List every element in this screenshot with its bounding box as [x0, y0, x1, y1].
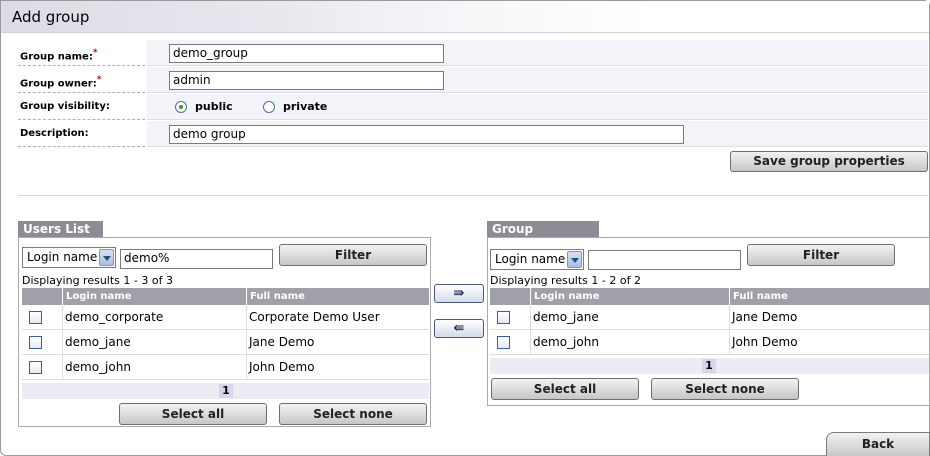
fullname-cell: John Demo: [249, 360, 315, 374]
users-list-tab: Users List: [18, 221, 103, 237]
users-pager: 1: [22, 383, 429, 399]
members-select-all-button[interactable]: Select all: [491, 378, 639, 400]
members-select-none-button[interactable]: Select none: [651, 378, 799, 400]
page-link[interactable]: 1: [219, 384, 233, 398]
row-checkbox[interactable]: [29, 311, 42, 324]
back-button[interactable]: Back: [826, 432, 930, 456]
table-row[interactable]: demo_john John Demo: [22, 355, 429, 380]
fullname-cell: Jane Demo: [249, 335, 315, 349]
divider: [18, 195, 928, 196]
column-header-fullname: Full name: [729, 288, 929, 305]
users-select-none-button[interactable]: Select none: [279, 403, 427, 425]
group-members-tab: Group members: [487, 221, 599, 252]
group-owner-row: Group owner:* admin: [18, 67, 928, 93]
table-row[interactable]: demo_jane Jane Demo: [22, 330, 429, 355]
table-row[interactable]: demo_corporate Corporate Demo User: [22, 305, 429, 330]
members-pager: 1: [490, 358, 929, 374]
login-cell: demo_corporate: [65, 310, 164, 324]
row-checkbox[interactable]: [29, 361, 42, 374]
arrow-right-icon: ⇛: [453, 286, 465, 301]
group-name-label: Group name:*: [18, 40, 145, 66]
table-row[interactable]: demo_jane Jane Demo: [490, 305, 929, 330]
users-select-all-button[interactable]: Select all: [119, 403, 267, 425]
remove-from-group-button[interactable]: ⇚: [434, 319, 484, 338]
row-checkbox[interactable]: [29, 336, 42, 349]
description-row: Description: demo group: [18, 121, 928, 147]
column-header-login: Login name: [530, 288, 729, 305]
users-list-panel: Login name demo% Filter Displaying resul…: [18, 237, 431, 427]
add-to-group-button[interactable]: ⇛: [434, 284, 484, 303]
page-title: Add group: [12, 8, 90, 26]
save-group-properties-button[interactable]: Save group properties: [730, 151, 928, 172]
description-label: Description:: [18, 121, 145, 147]
users-filter-input[interactable]: demo%: [120, 249, 273, 269]
required-mark: *: [96, 75, 102, 85]
login-cell: demo_john: [65, 360, 131, 374]
group-name-input[interactable]: demo_group: [169, 44, 444, 63]
members-filter-field-select[interactable]: Login name: [490, 249, 584, 270]
visibility-public-radio[interactable]: [175, 101, 187, 113]
group-visibility-label: Group visibility:: [18, 94, 145, 120]
login-cell: demo_jane: [65, 335, 131, 349]
row-checkbox[interactable]: [497, 311, 510, 324]
group-owner-input[interactable]: admin: [169, 71, 444, 90]
chevron-down-icon: [567, 251, 582, 268]
members-filter-input[interactable]: [588, 250, 741, 270]
group-owner-label: Group owner:*: [18, 67, 145, 93]
fullname-cell: John Demo: [732, 335, 798, 349]
required-mark: *: [92, 48, 98, 58]
group-visibility-row: Group visibility: public private: [18, 94, 928, 120]
arrow-left-icon: ⇚: [453, 321, 465, 336]
members-grid-header: Login name Full name: [490, 288, 929, 305]
title-bar: Add group: [1, 1, 929, 33]
row-checkbox[interactable]: [497, 336, 510, 349]
members-results-text: Displaying results 1 - 2 of 2: [490, 274, 641, 287]
login-cell: demo_jane: [533, 310, 599, 324]
group-name-row: Group name:* demo_group: [18, 40, 928, 66]
description-input[interactable]: demo group: [169, 125, 684, 144]
members-filter-button[interactable]: Filter: [747, 244, 895, 266]
users-filter-field-select[interactable]: Login name: [22, 247, 116, 268]
fullname-cell: Corporate Demo User: [249, 310, 380, 324]
column-header-login: Login name: [62, 288, 246, 305]
chevron-down-icon: [99, 249, 114, 266]
table-row[interactable]: demo_john John Demo: [490, 330, 929, 355]
users-grid-header: Login name Full name: [22, 288, 429, 305]
visibility-public-label[interactable]: public: [195, 100, 233, 113]
visibility-private-label[interactable]: private: [283, 100, 327, 113]
login-cell: demo_john: [533, 335, 599, 349]
users-filter-button[interactable]: Filter: [279, 244, 427, 266]
group-members-panel: Login name Filter Displaying results 1 -…: [487, 237, 930, 406]
fullname-cell: Jane Demo: [732, 310, 798, 324]
page-link[interactable]: 1: [702, 359, 716, 373]
visibility-private-radio[interactable]: [263, 101, 275, 113]
column-header-fullname: Full name: [246, 288, 429, 305]
users-results-text: Displaying results 1 - 3 of 3: [22, 274, 173, 287]
